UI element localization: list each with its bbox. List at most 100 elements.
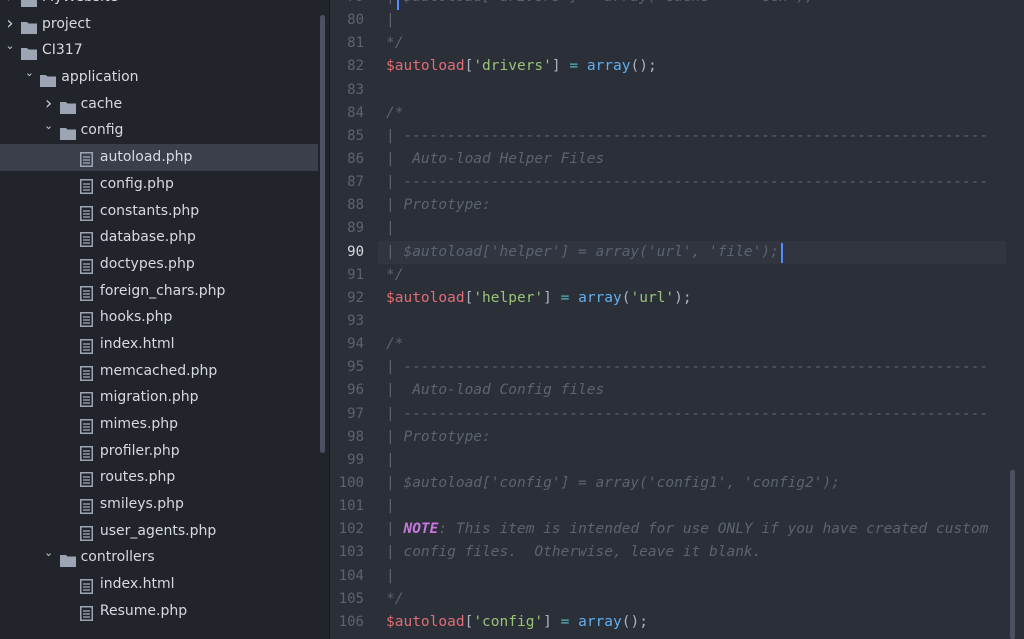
file-item[interactable]: routes.php xyxy=(0,464,329,491)
code-token: 'url' xyxy=(630,289,675,306)
code-line[interactable]: 91 */ xyxy=(330,264,1024,287)
editor-scrollbar[interactable] xyxy=(1010,470,1015,639)
code-line[interactable]: 97 | ------------------------------------… xyxy=(330,403,1024,426)
file-item[interactable]: constants.php xyxy=(0,198,329,225)
code-token: | xyxy=(386,12,395,29)
file-item[interactable]: autoload.php xyxy=(0,144,318,171)
code-text: | --------------------------------------… xyxy=(386,125,988,148)
tree-item-label: config.php xyxy=(99,175,174,192)
code-line[interactable]: 79 | $autoload['drivers'] = array('cache'… xyxy=(330,0,1024,9)
file-item[interactable]: index.html xyxy=(0,331,329,358)
file-icon xyxy=(79,257,96,274)
code-lines[interactable]: 79 | $autoload['drivers'] = array('cache'… xyxy=(330,0,1024,634)
code-line[interactable]: 103 | config files. Otherwise, leave it b… xyxy=(330,541,1024,564)
code-token: array xyxy=(578,289,622,306)
tree-item-label: constants.php xyxy=(99,202,200,219)
code-line[interactable]: 90 | $autoload['helper'] = array('url', '… xyxy=(330,240,1024,264)
code-line[interactable]: 101 | xyxy=(330,495,1024,518)
code-text: | xyxy=(386,9,395,32)
code-editor[interactable]: 79 | $autoload['drivers'] = array('cache'… xyxy=(330,0,1024,639)
code-line[interactable]: 106 $autoload['config'] = array(); xyxy=(330,611,1024,634)
tree-item-label: cache xyxy=(80,95,123,112)
file-item[interactable]: memcached.php xyxy=(0,358,329,385)
folder-icon xyxy=(40,70,57,88)
code-line[interactable]: 83 xyxy=(330,79,1024,102)
code-text: | --------------------------------------… xyxy=(386,403,988,426)
file-icon xyxy=(79,524,96,541)
file-item[interactable]: mimes.php xyxy=(0,411,329,438)
folder-item[interactable]: ⌄ CI317 xyxy=(0,37,329,64)
file-icon xyxy=(79,364,96,381)
code-line[interactable]: 95 | ------------------------------------… xyxy=(330,356,1024,379)
folder-item[interactable]: ⌄ application xyxy=(0,64,329,91)
tree-item-label: index.html xyxy=(99,576,175,593)
code-text: */ xyxy=(386,32,403,55)
folder-item[interactable]: › project xyxy=(0,11,329,38)
code-line[interactable]: 84 /* xyxy=(330,102,1024,125)
file-item[interactable]: smileys.php xyxy=(0,491,329,518)
file-icon xyxy=(79,577,96,595)
code-line[interactable]: 92 $autoload['helper'] = array('url'); xyxy=(330,287,1024,310)
folder-icon xyxy=(59,123,76,141)
line-number: 104 xyxy=(338,567,364,584)
code-text: $autoload['drivers'] = array(); xyxy=(386,55,657,78)
code-token: | xyxy=(386,498,395,515)
code-line[interactable]: 96 | Auto-load Config files xyxy=(330,379,1024,402)
code-line[interactable]: 89 | xyxy=(330,217,1024,240)
line-number: 103 xyxy=(338,544,364,561)
code-line[interactable]: 94 /* xyxy=(330,333,1024,356)
sidebar-scrollbar[interactable] xyxy=(320,15,325,453)
code-token: | Auto-load Helper Files xyxy=(386,150,605,167)
file-item[interactable]: profiler.php xyxy=(0,438,329,465)
file-item[interactable]: doctypes.php xyxy=(0,251,329,278)
file-item[interactable]: migration.php xyxy=(0,384,329,411)
code-token: | Auto-load Config files xyxy=(386,382,605,399)
file-item[interactable]: index.html xyxy=(0,571,329,598)
file-item[interactable]: database.php xyxy=(0,224,329,251)
code-line[interactable]: 102 | NOTE: This item is intended for use… xyxy=(330,518,1024,541)
file-item[interactable]: hooks.php xyxy=(0,304,329,331)
code-line[interactable]: 93 xyxy=(330,310,1024,333)
code-line[interactable]: 104 | xyxy=(330,565,1024,588)
code-token: 'drivers' xyxy=(473,58,552,75)
chevron-down-icon[interactable]: ⌄ xyxy=(23,60,35,87)
code-token: | Prototype: xyxy=(386,197,491,214)
chevron-right-icon[interactable]: › xyxy=(4,0,16,11)
code-line[interactable]: 105 */ xyxy=(330,588,1024,611)
code-line[interactable]: 100 | $autoload['config'] = array('config… xyxy=(330,472,1024,495)
code-text: $autoload['config'] = array(); xyxy=(386,611,648,634)
file-item[interactable]: foreign_chars.php xyxy=(0,278,329,305)
chevron-down-icon[interactable]: ⌄ xyxy=(4,33,16,60)
file-tree-panel: ›MyWebsite›project⌄CI317⌄application › cac… xyxy=(0,0,330,639)
code-line[interactable]: 81 */ xyxy=(330,32,1024,55)
tree-item-label: routes.php xyxy=(99,469,176,486)
line-number: 91 xyxy=(347,266,364,283)
folder-icon xyxy=(21,0,37,7)
code-text: | Auto-load Helper Files xyxy=(386,148,604,171)
line-number: 100 xyxy=(338,474,364,491)
code-line[interactable]: 88 | Prototype: xyxy=(330,194,1024,217)
chevron-down-icon[interactable]: ⌄ xyxy=(43,113,55,140)
code-token: | xyxy=(386,521,404,538)
code-token: */ xyxy=(386,590,404,607)
line-number: 101 xyxy=(338,498,364,515)
code-line[interactable]: 98 | Prototype: xyxy=(330,426,1024,449)
code-line[interactable]: 87 | ------------------------------------… xyxy=(330,171,1024,194)
folder-item[interactable]: ⌄ controllers xyxy=(0,544,329,571)
code-token: $autoload xyxy=(386,613,465,630)
file-icon xyxy=(79,284,96,301)
code-line[interactable]: 85 | ------------------------------------… xyxy=(330,125,1024,148)
code-line[interactable]: 86 | Auto-load Helper Files xyxy=(330,148,1024,171)
folder-item[interactable]: › MyWebsite xyxy=(0,0,329,11)
line-number: 89 xyxy=(347,220,364,237)
file-item[interactable]: config.php xyxy=(0,171,329,198)
folder-item[interactable]: ⌄ config xyxy=(0,117,329,144)
code-line[interactable]: 80 | xyxy=(330,9,1024,32)
file-item[interactable]: Resume.php xyxy=(0,598,329,625)
chevron-down-icon[interactable]: ⌄ xyxy=(43,540,55,567)
code-token: array xyxy=(578,613,622,630)
folder-icon xyxy=(59,97,76,114)
tree-item-label: memcached.php xyxy=(99,362,218,379)
code-line[interactable]: 82 $autoload['drivers'] = array(); xyxy=(330,55,1024,78)
code-line[interactable]: 99 | xyxy=(330,449,1024,472)
